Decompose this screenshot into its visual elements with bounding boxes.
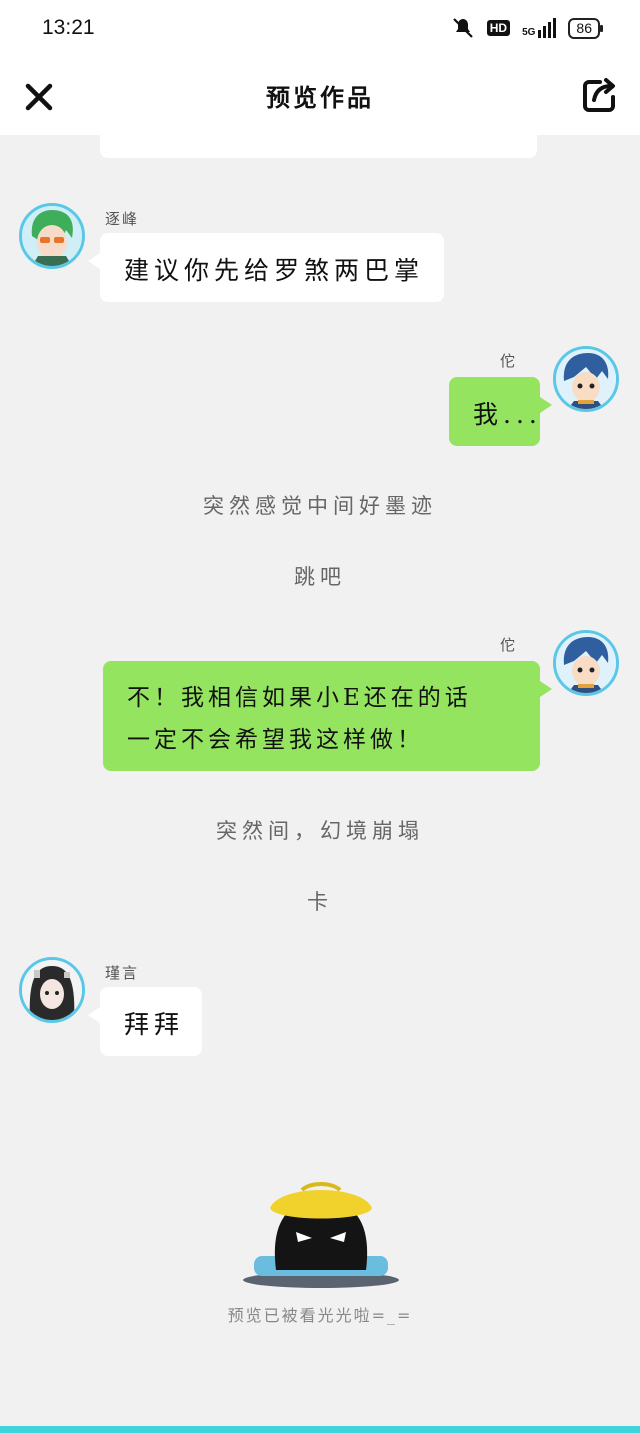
sender-name: 佗 <box>500 352 518 370</box>
signal-icon: 5G <box>522 18 557 38</box>
footer-text: 预览已被看光光啦=_= <box>227 1306 413 1325</box>
message-bubble: 我... <box>449 377 552 446</box>
message-text: 拜拜 <box>124 1010 185 1039</box>
avatar-tuo[interactable] <box>553 346 619 412</box>
bottom-accent-bar <box>0 1426 640 1433</box>
narration-text: 突然感觉中间好墨迹 <box>203 494 437 518</box>
avatar-tuo-image <box>556 633 616 693</box>
message-bubble: 建议你先给罗煞两巴掌 <box>88 233 444 302</box>
sender-name: 逐峰 <box>105 210 140 228</box>
page-title: 预览作品 <box>266 83 374 112</box>
share-icon[interactable] <box>580 76 620 116</box>
narration-text: 卡 <box>307 890 333 914</box>
avatar-jinyan-image <box>22 960 82 1020</box>
avatar-zhufeng-image <box>22 206 82 266</box>
avatar-zhufeng[interactable] <box>19 203 85 269</box>
narration-text: 跳吧 <box>294 565 346 589</box>
status-icons: HD 5G 86 <box>451 16 603 40</box>
message-text: 我... <box>473 400 542 429</box>
network-label: 5G <box>522 27 536 38</box>
battery-indicator: 86 <box>568 17 603 39</box>
message-text: 建议你先给罗煞两巴掌 <box>124 256 425 285</box>
narration-text: 突然间，幻境崩塌 <box>216 819 424 843</box>
sender-name: 瑾言 <box>105 964 140 982</box>
message-bubble: 不！我相信如果小E还在的话 一定不会希望我这样做！ <box>103 661 552 771</box>
avatar-tuo-image <box>556 349 616 409</box>
mute-icon <box>452 18 473 38</box>
previous-message-bubble <box>100 120 537 158</box>
sender-name: 佗 <box>500 636 518 654</box>
avatar-tuo[interactable] <box>553 630 619 696</box>
message-bubble: 拜拜 <box>88 987 202 1056</box>
status-time: 13:21 <box>42 16 95 39</box>
status-bar: 13:21 HD 5G 86 <box>0 0 640 58</box>
hd-icon: HD <box>486 20 511 36</box>
mascot-illustration <box>243 1182 399 1288</box>
avatar-jinyan[interactable] <box>19 957 85 1023</box>
message-text-line: 一定不会希望我这样做！ <box>127 727 424 753</box>
message-text-line: 不！我相信如果小E还在的话 <box>127 685 472 711</box>
